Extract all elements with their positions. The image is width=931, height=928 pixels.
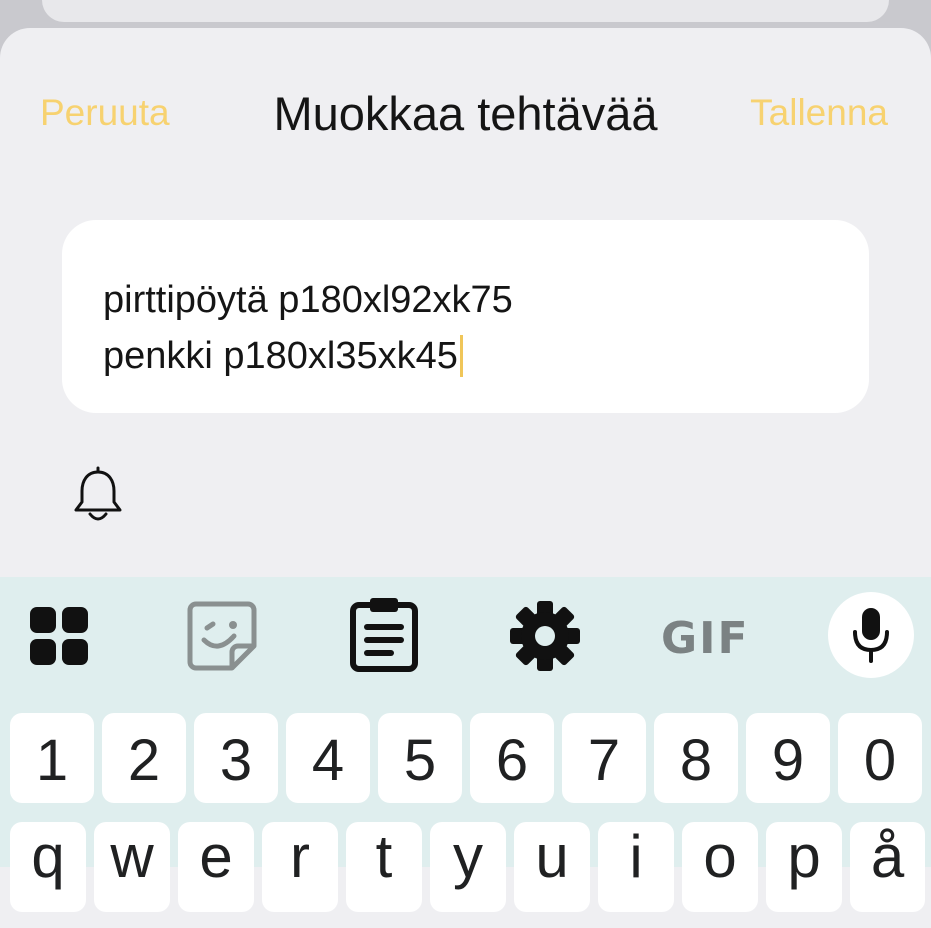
key-4[interactable]: 4 xyxy=(286,713,370,803)
key-7[interactable]: 7 xyxy=(562,713,646,803)
sticker-icon[interactable] xyxy=(186,600,258,672)
task-text: pirttipöytä p180xl92xk75 penkki p180xl35… xyxy=(103,272,513,384)
clipboard-icon[interactable] xyxy=(348,595,420,673)
bell-icon[interactable] xyxy=(68,466,128,526)
key-p[interactable]: p xyxy=(766,822,842,912)
key-3[interactable]: 3 xyxy=(194,713,278,803)
key-0[interactable]: 0 xyxy=(838,713,922,803)
key-y[interactable]: y xyxy=(430,822,506,912)
key-w[interactable]: w xyxy=(94,822,170,912)
key-2[interactable]: 2 xyxy=(102,713,186,803)
apps-grid-icon[interactable] xyxy=(28,605,90,667)
gear-icon[interactable] xyxy=(508,599,582,673)
gif-button[interactable]: GIF xyxy=(661,613,750,664)
key-q[interactable]: q xyxy=(10,822,86,912)
key-r[interactable]: r xyxy=(262,822,338,912)
task-text-line-2: penkki p180xl35xk45 xyxy=(103,335,458,377)
number-row: 1 2 3 4 5 6 7 8 9 0 xyxy=(10,713,925,803)
microphone-icon xyxy=(853,608,889,663)
key-1[interactable]: 1 xyxy=(10,713,94,803)
keyboard-toolbar: GIF xyxy=(0,577,931,692)
key-a-ring[interactable]: å xyxy=(850,822,925,912)
background-sheet xyxy=(42,0,889,22)
microphone-button[interactable] xyxy=(828,592,914,678)
key-e[interactable]: e xyxy=(178,822,254,912)
save-button[interactable]: Tallenna xyxy=(750,92,888,134)
key-u[interactable]: u xyxy=(514,822,590,912)
key-6[interactable]: 6 xyxy=(470,713,554,803)
key-t[interactable]: t xyxy=(346,822,422,912)
key-i[interactable]: i xyxy=(598,822,674,912)
text-cursor xyxy=(459,335,463,377)
task-text-input[interactable]: pirttipöytä p180xl92xk75 penkki p180xl35… xyxy=(62,220,869,413)
key-9[interactable]: 9 xyxy=(746,713,830,803)
key-o[interactable]: o xyxy=(682,822,758,912)
task-text-line-1: pirttipöytä p180xl92xk75 xyxy=(103,279,513,321)
letter-row-qwerty: q w e r t y u i o p å xyxy=(10,822,925,912)
onscreen-keyboard: GIF 1 2 3 4 5 6 7 8 9 0 q w e r t y u i … xyxy=(0,577,931,912)
key-8[interactable]: 8 xyxy=(654,713,738,803)
key-5[interactable]: 5 xyxy=(378,713,462,803)
